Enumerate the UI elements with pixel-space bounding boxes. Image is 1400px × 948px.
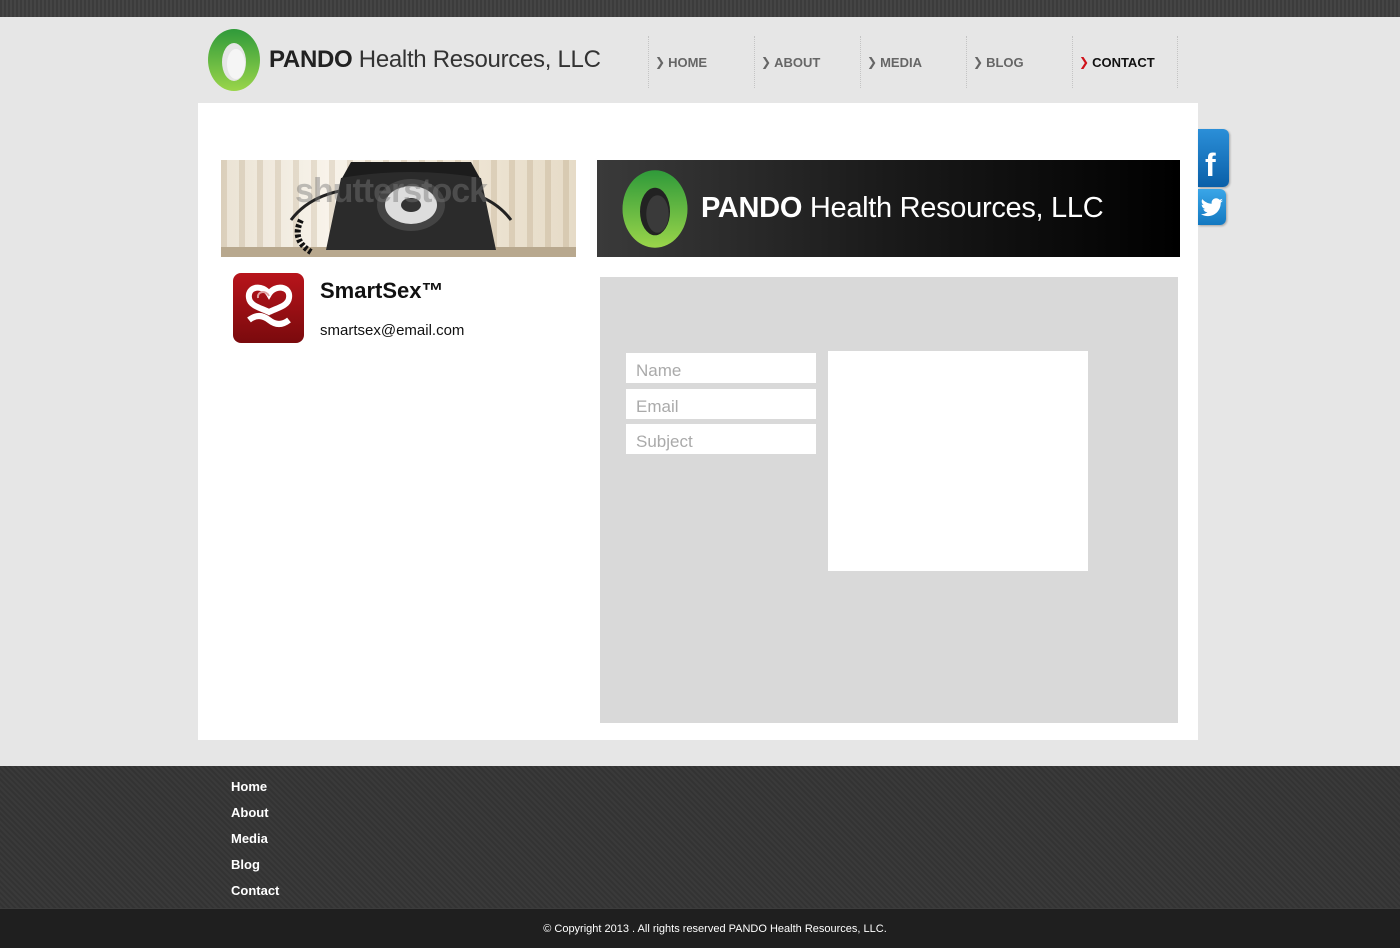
main-nav: ❯ HOME ❯ ABOUT ❯ MEDIA ❯ BLOG ❯ CONTACT: [648, 36, 1178, 88]
app-email[interactable]: smartsex@email.com: [320, 322, 464, 339]
footer: [0, 766, 1400, 908]
watermark-text: shutterstock: [295, 172, 488, 210]
telephone-image: shutterstock: [221, 160, 576, 257]
copyright-bar: © Copyright 2013 . All rights reserved P…: [0, 908, 1400, 948]
nav-item-media[interactable]: ❯ MEDIA: [860, 36, 966, 88]
pando-logo-icon: [621, 169, 689, 249]
email-field[interactable]: [626, 389, 816, 419]
nav-item-contact[interactable]: ❯ CONTACT: [1072, 36, 1178, 88]
banner-title: PANDO Health Resources, LLC: [701, 192, 1104, 224]
nav-item-home[interactable]: ❯ HOME: [648, 36, 754, 88]
footer-link-about[interactable]: About: [231, 804, 279, 830]
footer-nav: Home About Media Blog Contact: [231, 778, 279, 908]
chevron-right-icon: ❯: [973, 55, 984, 69]
footer-link-home[interactable]: Home: [231, 778, 279, 804]
nav-item-blog[interactable]: ❯ BLOG: [966, 36, 1072, 88]
footer-link-media[interactable]: Media: [231, 830, 279, 856]
app-name: SmartSex™: [320, 278, 444, 303]
copyright-text: © Copyright 2013 . All rights reserved P…: [543, 922, 887, 935]
site-title: PANDO Health Resources, LLC: [269, 46, 601, 73]
pando-logo-icon: [207, 28, 261, 92]
footer-link-blog[interactable]: Blog: [231, 856, 279, 882]
brand-banner: PANDO Health Resources, LLC: [597, 160, 1180, 257]
chevron-right-icon: ❯: [761, 55, 772, 69]
message-textarea[interactable]: [828, 351, 1088, 571]
footer-link-contact[interactable]: Contact: [231, 882, 279, 908]
chevron-right-icon: ❯: [655, 55, 666, 69]
subject-field[interactable]: [626, 424, 816, 454]
site-logo[interactable]: PANDO Health Resources, LLC: [207, 28, 601, 92]
smartsex-app-icon[interactable]: [233, 273, 304, 343]
top-strip: [0, 0, 1400, 17]
name-field[interactable]: [626, 353, 816, 383]
twitter-icon[interactable]: [1198, 189, 1226, 225]
facebook-icon[interactable]: f: [1198, 129, 1229, 187]
nav-item-about[interactable]: ❯ ABOUT: [754, 36, 860, 88]
chevron-right-icon: ❯: [867, 55, 878, 69]
chevron-right-icon: ❯: [1079, 55, 1090, 69]
